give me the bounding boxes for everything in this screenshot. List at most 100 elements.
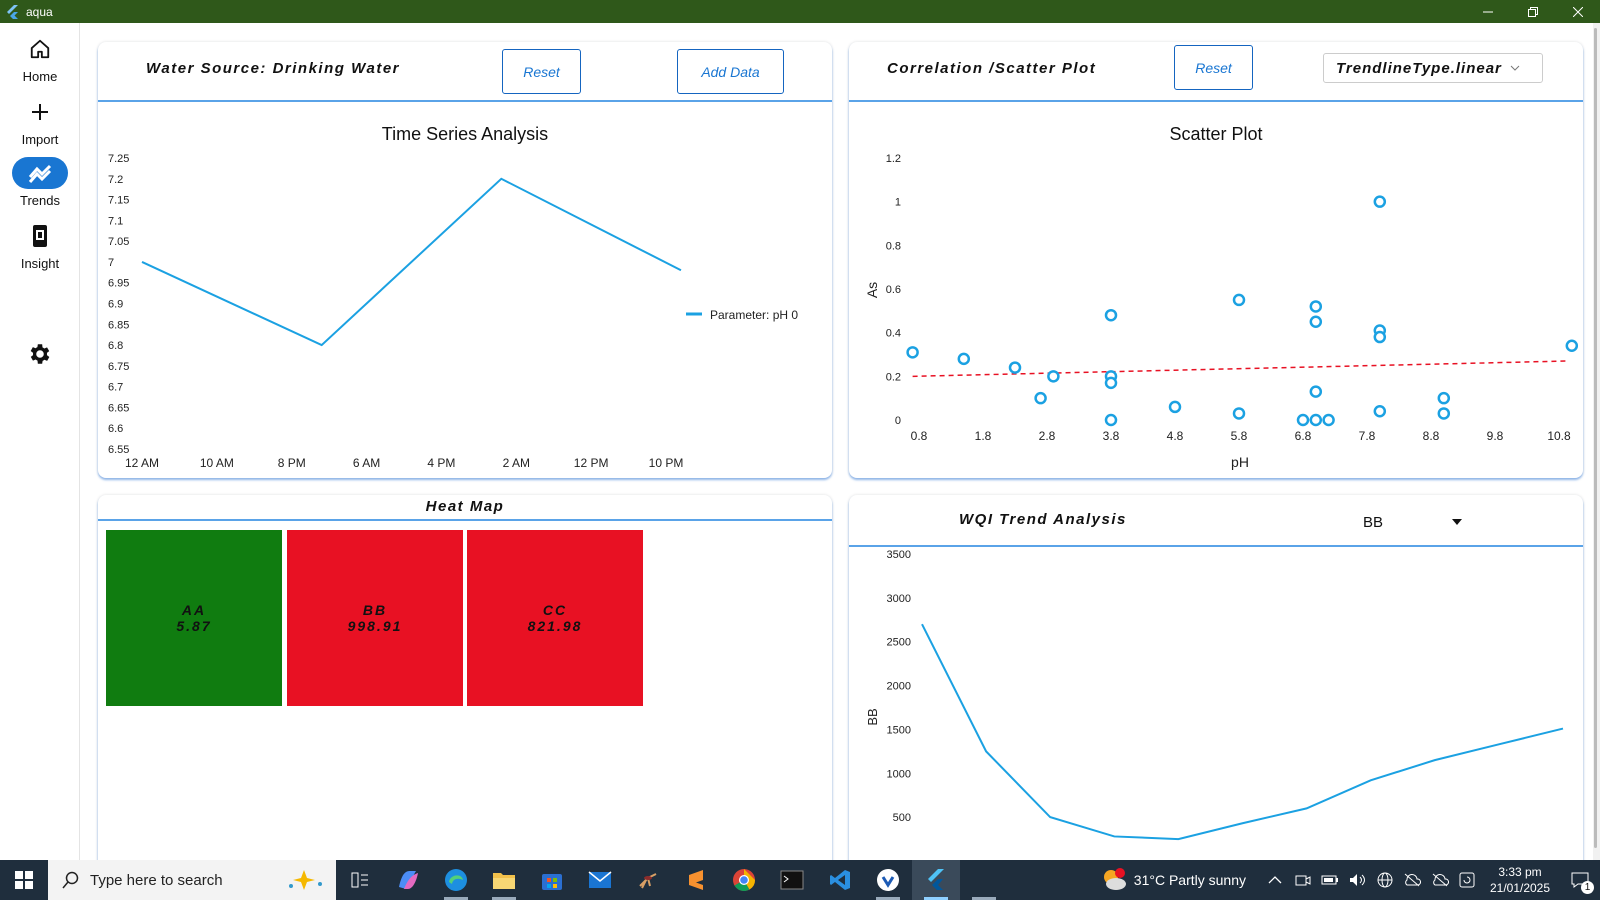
start-button[interactable]	[0, 860, 48, 900]
window-title: aqua	[26, 4, 53, 19]
folder-icon	[493, 873, 515, 889]
vscode-app[interactable]	[816, 860, 864, 900]
heat-cell-value: 998.91	[347, 618, 403, 634]
x-tick-label: 5.8	[1231, 429, 1248, 443]
gear-icon	[12, 338, 68, 370]
scatter-point	[1008, 361, 1022, 374]
y-tick-label: 3000	[887, 593, 911, 605]
chrome-app[interactable]	[720, 860, 768, 900]
y-tick-label: 7.15	[108, 195, 129, 207]
scatter-point	[1309, 300, 1323, 313]
y-tick-label: 2500	[887, 637, 911, 649]
x-tick-label: 8 PM	[278, 456, 306, 470]
x-tick-label: 10 AM	[200, 456, 234, 470]
edge-app[interactable]	[432, 860, 480, 900]
restore-button[interactable]	[1510, 0, 1555, 23]
update-icon[interactable]	[1459, 872, 1475, 888]
home-icon	[12, 33, 68, 65]
scatter-chart: 1.210.80.60.40.200.8 1.8 2.8 3.8 4.8 5.8 6.8 7.…	[864, 153, 1579, 470]
weather-widget[interactable]: 31°C Partly sunny	[1100, 868, 1246, 892]
time-series-chart: 7.25 7.2 7.15 7.1 7.05 7 6.95 6.9 6.85 6.8 6.75 6.7…	[108, 153, 798, 470]
search-placeholder: Type here to search	[90, 871, 223, 889]
y-tick-label: 6.8	[108, 340, 123, 352]
y-tick-label: 0.8	[886, 240, 901, 252]
heat-map-card: Heat Map AA 5.87 BB 998.91 CC 821.98	[98, 495, 832, 875]
heat-cell-bb[interactable]: BB 998.91	[287, 530, 463, 706]
sublime-icon	[689, 870, 703, 890]
mail-icon	[588, 871, 612, 888]
y-tick-label: 1	[895, 197, 901, 209]
y-tick-label: 1500	[887, 724, 911, 736]
y-tick-label: 1000	[887, 768, 911, 780]
scatter-point	[1232, 293, 1246, 307]
scrollbar-thumb[interactable]	[1594, 28, 1597, 848]
settings-button[interactable]	[0, 338, 80, 374]
chevron-up-icon[interactable]	[1268, 875, 1282, 885]
flutter-app-running[interactable]	[864, 860, 912, 900]
scatter-point	[1437, 407, 1451, 420]
globe-icon[interactable]	[1377, 872, 1393, 888]
windows-logo-icon	[15, 871, 33, 889]
x-axis-label: pH	[1231, 454, 1249, 470]
chrome-icon	[733, 869, 755, 891]
scatter-point	[1232, 407, 1246, 420]
x-tick-label: 1.8	[975, 429, 992, 443]
heat-map-header: Heat Map	[98, 495, 832, 521]
scatter-point	[1309, 315, 1323, 328]
heat-map-title: Heat Map	[425, 498, 505, 515]
x-tick-label: 6.8	[1295, 429, 1312, 443]
close-icon	[1572, 6, 1583, 17]
y-tick-label: 7.2	[108, 174, 123, 186]
x-tick-label: 3.8	[1103, 429, 1120, 443]
scatter-point	[1322, 413, 1335, 427]
heat-cell-aa[interactable]: AA 5.87	[106, 530, 282, 706]
notifications-button[interactable]: 1	[1560, 860, 1600, 900]
x-tick-label: 9.8	[1487, 429, 1504, 443]
flutter-logo-icon	[7, 4, 18, 19]
task-view-button[interactable]	[336, 860, 384, 900]
terminal-app[interactable]	[768, 860, 816, 900]
wqi-card: WQI Trend Analysis BB 3500 3000 2500 2000 15…	[849, 495, 1583, 875]
y-axis-label: BB	[865, 708, 880, 725]
scatter-point	[1565, 339, 1579, 353]
sublime-app[interactable]	[672, 860, 720, 900]
cloud-off-icon-2[interactable]	[1431, 873, 1449, 887]
battery-icon[interactable]	[1321, 874, 1339, 886]
store-app[interactable]	[528, 860, 576, 900]
rail-item-home[interactable]: Home	[0, 33, 80, 84]
taskbar-clock[interactable]: 3:33 pm 21/01/2025	[1480, 864, 1560, 896]
x-tick-label: 8.8	[1423, 429, 1440, 443]
cloud-off-icon[interactable]	[1403, 873, 1421, 887]
close-button[interactable]	[1555, 0, 1600, 23]
copilot-app[interactable]	[384, 860, 432, 900]
volume-icon[interactable]	[1349, 873, 1367, 887]
file-explorer-app[interactable]	[480, 860, 528, 900]
bug-app[interactable]	[624, 860, 672, 900]
rail-item-trends[interactable]: Trends	[0, 157, 80, 208]
x-tick-label: 0.8	[911, 429, 928, 443]
plus-icon	[12, 96, 68, 128]
mosquito-icon	[639, 873, 657, 889]
scatter-point	[1373, 330, 1387, 344]
scatter-point	[906, 346, 919, 359]
mail-app[interactable]	[576, 860, 624, 900]
clock-date: 21/01/2025	[1489, 881, 1551, 895]
meet-now-icon[interactable]	[1295, 873, 1311, 887]
flutter-app-second[interactable]	[960, 860, 1008, 900]
system-tray: 31°C Partly sunny 3:33 pm 21/01/2025 1	[1100, 860, 1600, 900]
heat-cell-cc[interactable]: CC 821.98	[467, 530, 643, 706]
rail-item-insight[interactable]: Insight	[0, 220, 80, 271]
page-scrollbar[interactable]	[1593, 23, 1600, 860]
y-tick-label: 6.95	[108, 278, 129, 290]
minimize-button[interactable]	[1465, 0, 1510, 23]
notification-count: 1	[1581, 881, 1594, 894]
heat-cell-value: 821.98	[527, 618, 583, 634]
rail-item-import[interactable]: Import	[0, 96, 80, 147]
y-tick-label: 500	[893, 812, 911, 824]
rail-label-trends: Trends	[20, 193, 60, 208]
y-tick-label: 0.2	[886, 371, 901, 383]
taskbar-search[interactable]: Type here to search	[48, 860, 336, 900]
scatter-point	[1309, 385, 1323, 398]
flutter-app-active[interactable]	[912, 860, 960, 900]
app-circle-icon	[877, 869, 899, 891]
